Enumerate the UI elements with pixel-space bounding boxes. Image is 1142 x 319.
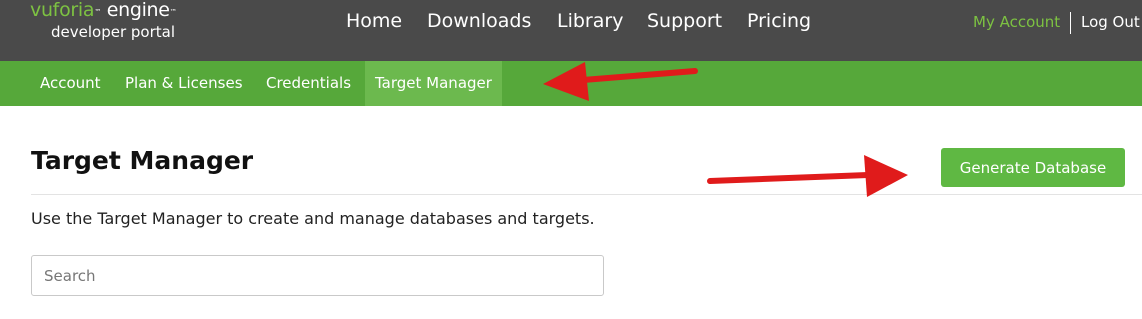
logo-product: engine <box>106 0 170 21</box>
top-navbar: vuforia™ engine™ developer portal Home D… <box>0 0 1142 61</box>
logo-trademark-2: ™ <box>169 8 177 16</box>
search-input[interactable] <box>31 255 604 296</box>
title-divider <box>31 194 1142 195</box>
my-account-link[interactable]: My Account <box>973 12 1060 32</box>
tab-target-manager[interactable]: Target Manager <box>365 61 502 106</box>
account-divider <box>1070 12 1071 34</box>
vuforia-logo[interactable]: vuforia™ engine™ developer portal <box>30 0 177 42</box>
logo-wordmark: vuforia™ engine™ <box>30 0 177 22</box>
page-description: Use the Target Manager to create and man… <box>31 209 595 228</box>
nav-downloads[interactable]: Downloads <box>427 8 531 34</box>
tab-credentials[interactable]: Credentials <box>266 61 351 106</box>
logo-brand: vuforia <box>30 0 95 21</box>
nav-library[interactable]: Library <box>557 8 623 34</box>
annotation-arrow-icon <box>707 155 908 197</box>
nav-home[interactable]: Home <box>346 8 402 34</box>
tab-account[interactable]: Account <box>40 61 101 106</box>
nav-pricing[interactable]: Pricing <box>747 8 811 34</box>
generate-database-button[interactable]: Generate Database <box>941 148 1125 187</box>
page-title: Target Manager <box>31 146 254 175</box>
nav-support[interactable]: Support <box>647 8 722 34</box>
tab-plan-licenses[interactable]: Plan & Licenses <box>125 61 243 106</box>
log-out-link[interactable]: Log Out <box>1081 12 1140 32</box>
logo-trademark: ™ <box>94 8 101 16</box>
logo-subtitle: developer portal <box>51 23 175 41</box>
sub-nav: Account Plan & Licenses Credentials Targ… <box>0 61 1142 106</box>
